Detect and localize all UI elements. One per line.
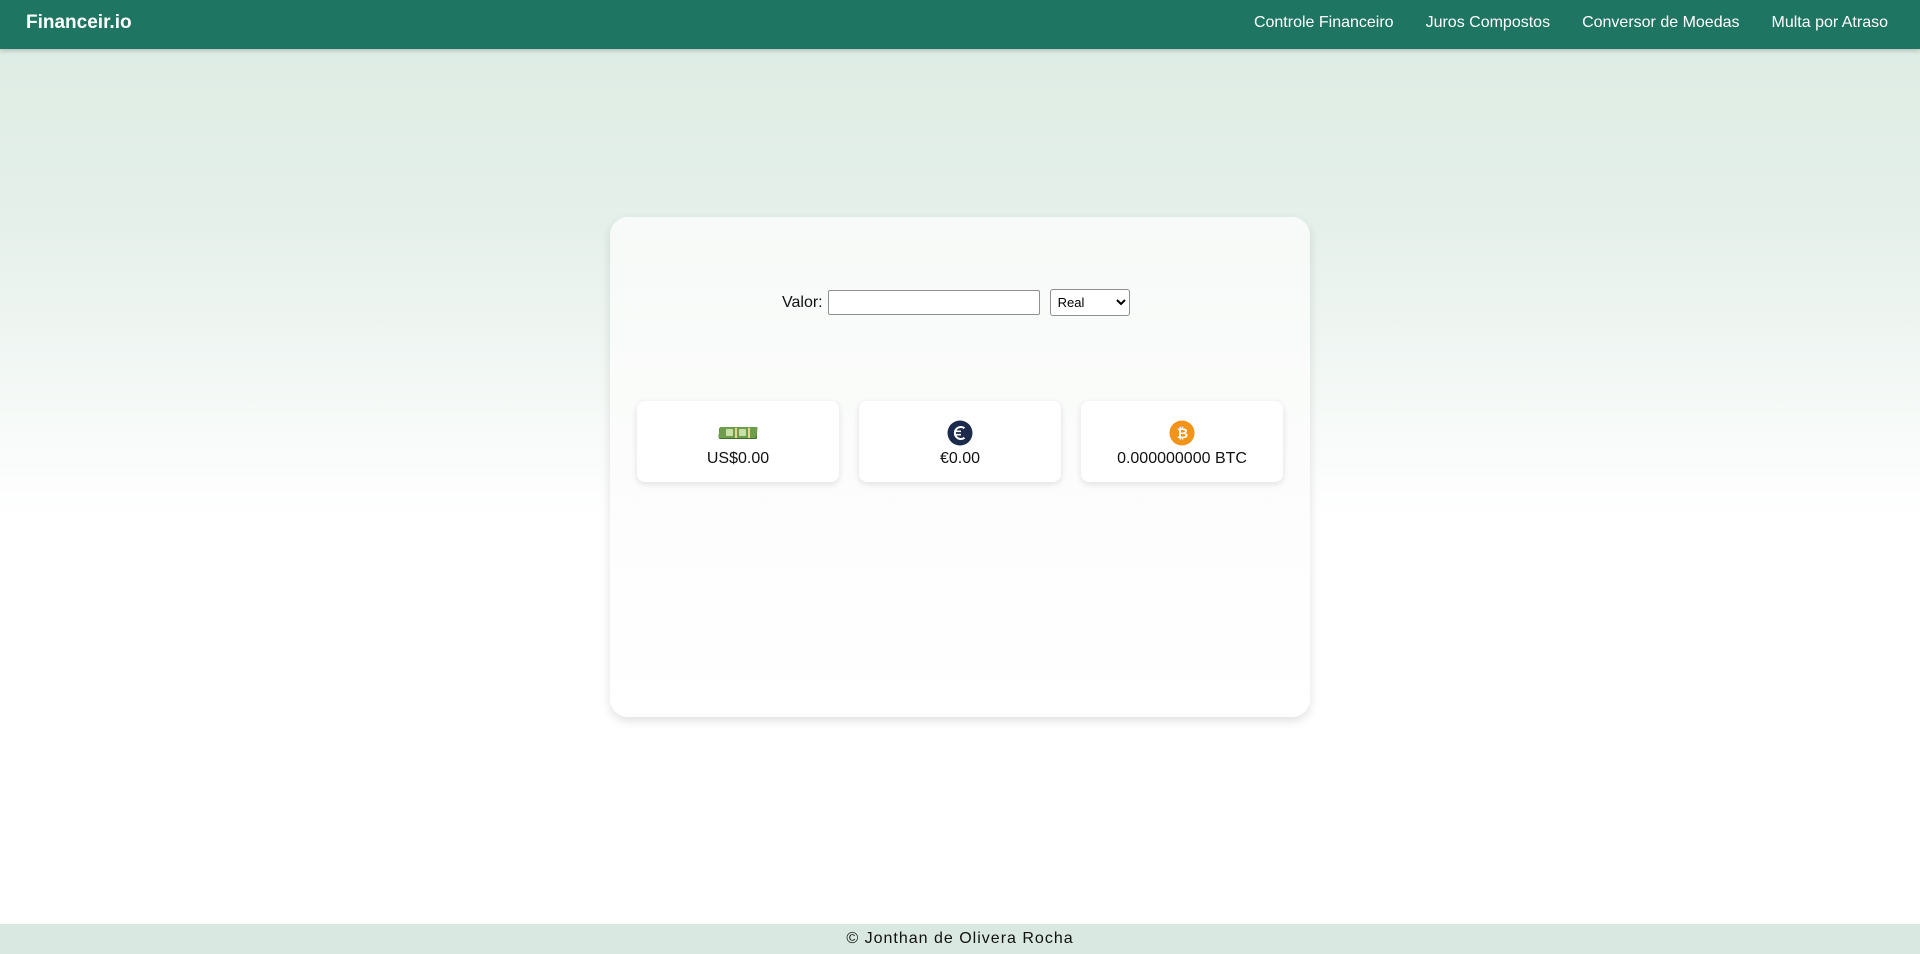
- money-bills-icon: [717, 419, 759, 447]
- valor-input[interactable]: [827, 290, 1040, 315]
- nav-link-juros-compostos[interactable]: Juros Compostos: [1426, 14, 1551, 32]
- currency-select[interactable]: Real: [1049, 289, 1130, 316]
- result-value-usd: US$0.00: [706, 450, 770, 467]
- result-value-btc: 0.000000000 BTC: [1117, 450, 1247, 467]
- euro-coin-icon: [939, 419, 981, 447]
- svg-text:₿: ₿: [1177, 426, 1188, 442]
- nav-link-multa-por-atraso[interactable]: Multa por Atraso: [1772, 14, 1889, 32]
- result-box-usd: US$0.00: [637, 401, 839, 482]
- footer: © Jonthan de Olivera Rocha: [0, 924, 1920, 954]
- result-box-btc: ₿ 0.000000000 BTC: [1081, 401, 1283, 482]
- result-box-eur: €0.00: [859, 401, 1061, 482]
- valor-label: Valor:: [782, 293, 823, 311]
- nav-link-controle-financeiro[interactable]: Controle Financeiro: [1254, 14, 1394, 32]
- footer-copyright: © Jonthan de Olivera Rocha: [846, 930, 1074, 947]
- nav-link-conversor-de-moedas[interactable]: Conversor de Moedas: [1582, 14, 1739, 32]
- top-navbar: Financeir.io Controle Financeiro Juros C…: [0, 0, 1920, 49]
- valor-form-row: Valor: Real: [782, 289, 1130, 316]
- result-value-eur: €0.00: [939, 450, 981, 467]
- brand-logo-link[interactable]: Financeir.io: [26, 12, 132, 34]
- bitcoin-icon: ₿: [1161, 419, 1203, 447]
- converter-card: Valor: Real US$0.00 €0.00 ₿ 0.000000000 …: [610, 217, 1310, 717]
- nav-links: Controle Financeiro Juros Compostos Conv…: [1254, 14, 1888, 32]
